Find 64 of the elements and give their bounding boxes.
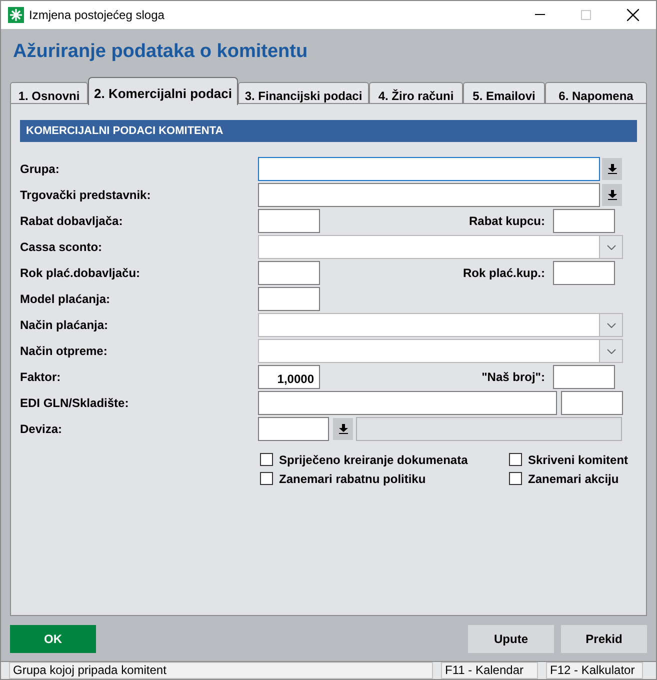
field-label: Rok plać.kup.: xyxy=(462,265,546,282)
lookup-button[interactable] xyxy=(602,158,622,180)
chevron-down-icon xyxy=(606,348,616,354)
minimize-icon[interactable] xyxy=(535,14,545,16)
page-heading: Ažuriranje podataka o komitentu xyxy=(12,40,309,64)
close-icon[interactable] xyxy=(627,9,639,21)
tab[interactable]: 2. Komercijalni podaci xyxy=(88,77,238,105)
input-field[interactable] xyxy=(258,183,600,207)
field-label: Deviza: xyxy=(20,421,64,438)
field-label: Cassa sconto: xyxy=(20,239,104,256)
checkbox[interactable] xyxy=(260,453,273,466)
field-label: Način plaćanja: xyxy=(20,317,110,334)
input-field[interactable] xyxy=(258,287,320,311)
tab[interactable]: 1. Osnovni xyxy=(10,82,88,104)
field-label: Rabat dobavljača: xyxy=(20,213,124,230)
tab[interactable]: 4. Žiro računi xyxy=(369,82,463,104)
input-field[interactable] xyxy=(258,209,320,233)
download-icon xyxy=(338,424,348,434)
field-label: Faktor: xyxy=(20,369,62,386)
input-field[interactable]: 1,0000 xyxy=(258,365,320,389)
dropdown-field[interactable] xyxy=(258,235,623,259)
field-label: EDI GLN/Skladište: xyxy=(20,395,130,412)
window-title: Izmjena postojećeg sloga xyxy=(29,7,164,24)
field-label: Rok plać.dobavljaču: xyxy=(20,265,142,282)
tab[interactable]: 6. Napomena xyxy=(545,82,647,104)
field-label: Grupa: xyxy=(20,161,60,178)
input-field[interactable] xyxy=(258,261,320,285)
checkbox-label: Zanemari akciju xyxy=(528,470,619,488)
action-button[interactable]: Upute xyxy=(468,625,554,653)
input-field[interactable] xyxy=(258,391,557,415)
action-button[interactable]: Prekid xyxy=(561,625,647,653)
chevron-down-icon xyxy=(606,244,616,250)
lookup-button[interactable] xyxy=(602,184,622,206)
field-label: Model plaćanja: xyxy=(20,291,112,308)
checkbox-label: Zanemari rabatnu politiku xyxy=(279,470,426,488)
field-label: Način otpreme: xyxy=(20,343,108,360)
input-field[interactable] xyxy=(258,417,329,441)
lookup-button[interactable] xyxy=(333,418,353,440)
checkbox[interactable] xyxy=(260,472,273,485)
app-icon xyxy=(8,7,24,23)
checkbox-label: Skriveni komitent xyxy=(528,452,628,468)
download-icon xyxy=(608,190,616,200)
tab[interactable]: 5. Emailovi xyxy=(463,82,545,104)
input-field[interactable] xyxy=(258,157,600,181)
tab[interactable]: 3. Financijski podaci xyxy=(238,82,369,104)
chevron-down-icon xyxy=(606,322,616,328)
checkbox[interactable] xyxy=(509,472,522,485)
status-text: Grupa kojoj pripada komitent xyxy=(9,662,433,679)
checkbox[interactable] xyxy=(509,453,522,466)
field-label: Trgovački predstavnik: xyxy=(20,187,152,204)
input-field[interactable] xyxy=(561,391,623,415)
status-text: F11 - Kalendar xyxy=(441,662,538,679)
dropdown-field[interactable] xyxy=(258,313,623,337)
dropdown-field[interactable] xyxy=(258,339,623,363)
input-field[interactable] xyxy=(553,209,615,233)
action-button[interactable]: OK xyxy=(10,625,96,653)
status-text: F12 - Kalkulator xyxy=(546,662,643,679)
field-label: Rabat kupcu: xyxy=(468,213,546,230)
section-header: KOMERCIJALNI PODACI KOMITENTA xyxy=(20,120,637,142)
download-icon xyxy=(608,164,616,174)
input-field[interactable] xyxy=(553,365,615,389)
checkbox-label: Spriječeno kreiranje dokumenata xyxy=(279,452,468,468)
input-field[interactable] xyxy=(553,261,615,285)
field-label: "Naš broj": xyxy=(480,369,546,386)
